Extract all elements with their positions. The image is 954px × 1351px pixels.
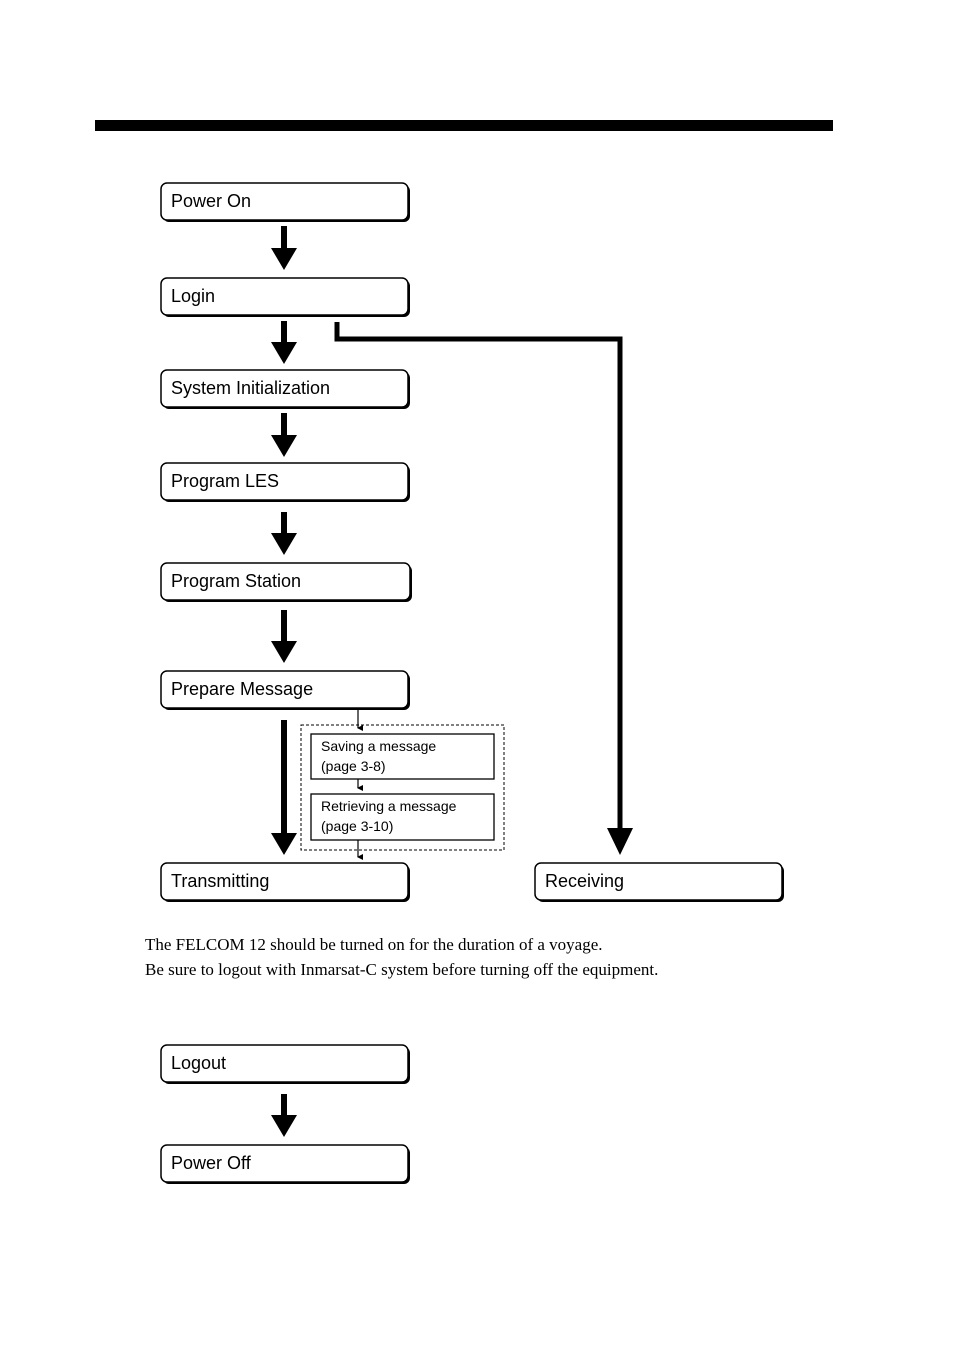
flow-arrowhead (271, 1115, 297, 1137)
flow-arrowhead (271, 833, 297, 855)
note-line2: Be sure to logout with Inmarsat-C system… (145, 960, 659, 979)
retrieving-line2: (page 3-10) (321, 818, 393, 834)
step-label-program-les: Program LES (171, 471, 279, 491)
flow-arrowhead (271, 342, 297, 364)
step-label-transmitting: Transmitting (171, 871, 269, 891)
flow-arrow-shaft (281, 720, 287, 835)
flow-arrow-shaft (281, 610, 287, 643)
saving-line2: (page 3-8) (321, 758, 386, 774)
saving-line1: Saving a message (321, 738, 436, 754)
step-label-prepare-message: Prepare Message (171, 679, 313, 699)
receiving-arrowhead (607, 828, 633, 855)
flow-arrowhead (271, 641, 297, 663)
flow-arrowhead (271, 533, 297, 555)
step-label-program-station: Program Station (171, 571, 301, 591)
step-label-receiving: Receiving (545, 871, 624, 891)
flow-arrowhead (271, 435, 297, 457)
flow-diagram: Power On Login System Initialization Progra… (95, 120, 833, 1184)
step-label-login: Login (171, 286, 215, 306)
flow-arrow-shaft (281, 321, 287, 344)
retrieving-line1: Retrieving a message (321, 798, 457, 814)
flow-arrowhead (271, 248, 297, 270)
header-bar (95, 120, 833, 131)
flow-arrow-shaft (281, 413, 287, 437)
step-label-logout: Logout (171, 1053, 226, 1073)
flow-arrow-shaft (281, 226, 287, 250)
step-label-system-init: System Initialization (171, 378, 330, 398)
flow-arrow-shaft (281, 1094, 287, 1117)
note-line1: The FELCOM 12 should be turned on for th… (145, 935, 603, 954)
flow-arrow-shaft (281, 512, 287, 535)
step-label-power-on: Power On (171, 191, 251, 211)
step-label-power-off: Power Off (171, 1153, 252, 1173)
